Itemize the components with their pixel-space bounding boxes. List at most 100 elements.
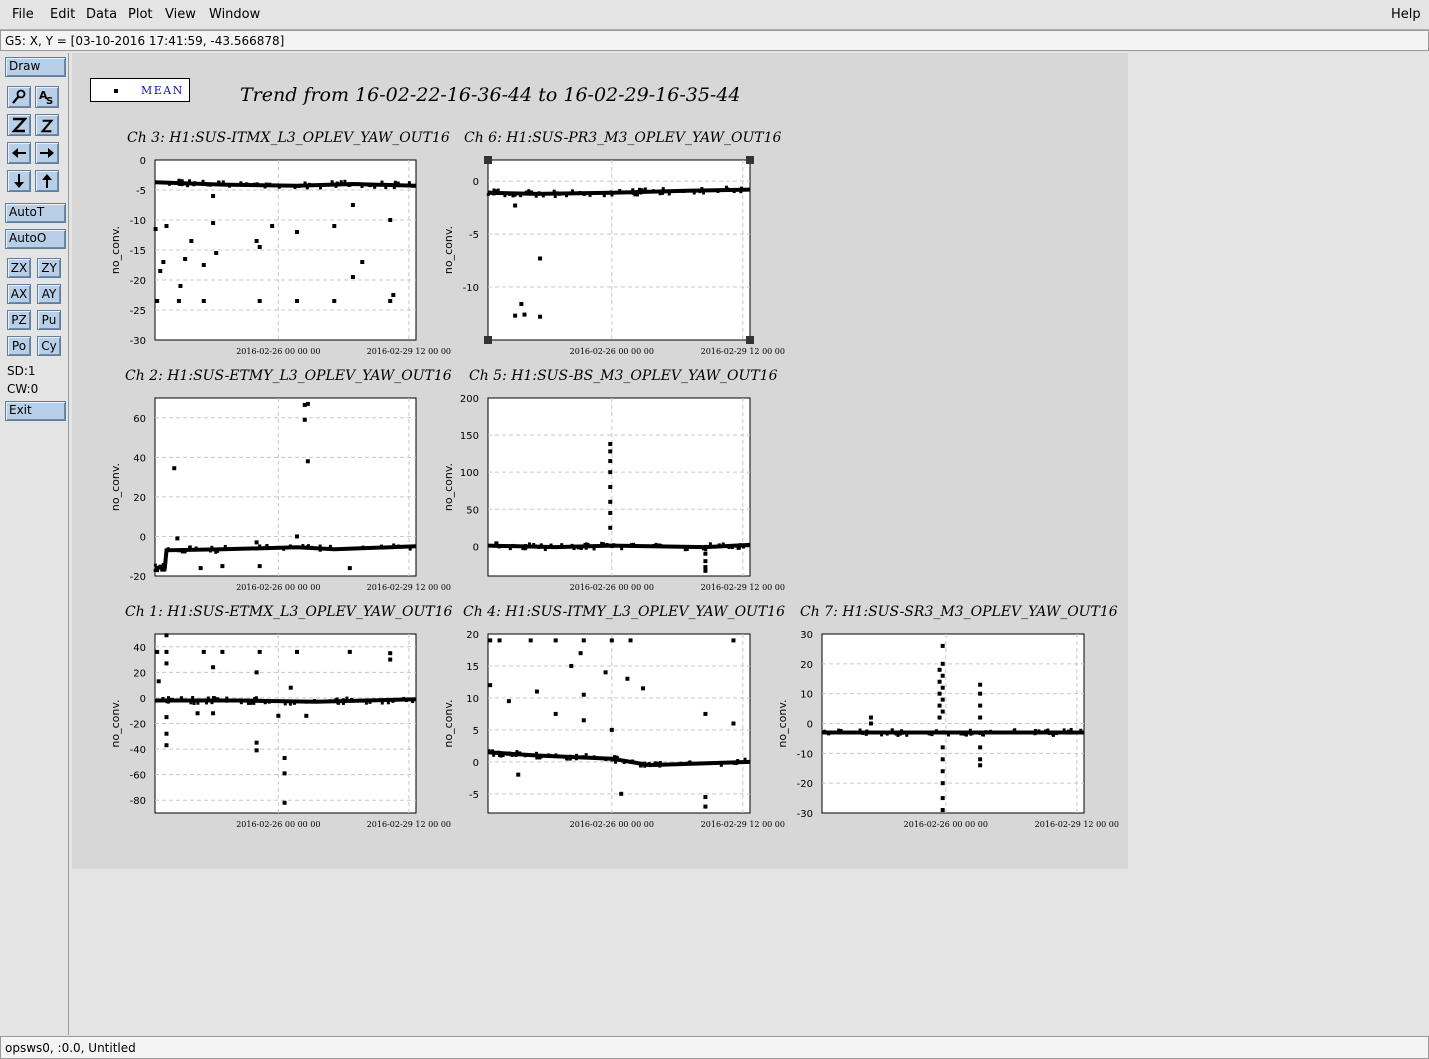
data-point bbox=[178, 284, 183, 288]
data-point bbox=[313, 699, 317, 703]
data-point bbox=[264, 182, 268, 186]
data-point bbox=[343, 179, 347, 183]
data-point bbox=[508, 547, 512, 551]
data-point bbox=[198, 566, 203, 571]
data-point bbox=[1033, 729, 1037, 733]
y-tick-label: 0 bbox=[473, 542, 479, 553]
data-point bbox=[497, 753, 501, 757]
data-point bbox=[630, 759, 634, 763]
data-point bbox=[384, 183, 388, 187]
data-point bbox=[411, 184, 415, 188]
data-point bbox=[658, 760, 662, 764]
data-point bbox=[206, 696, 210, 700]
data-point bbox=[163, 561, 167, 565]
data-point bbox=[703, 559, 708, 564]
x-tick-label: 2016-02-29 12 00 00 bbox=[1035, 820, 1119, 829]
data-point bbox=[220, 564, 225, 569]
data-point bbox=[514, 754, 518, 758]
y-tick-label: 0 bbox=[807, 720, 813, 731]
data-point bbox=[921, 731, 925, 735]
data-point bbox=[335, 181, 339, 185]
data-point bbox=[318, 548, 322, 552]
data-point bbox=[643, 187, 647, 191]
data-point bbox=[192, 701, 196, 705]
data-point bbox=[217, 180, 221, 184]
data-point bbox=[700, 187, 704, 191]
data-point bbox=[270, 224, 275, 228]
data-point bbox=[610, 758, 614, 762]
y-tick-label: -80 bbox=[130, 796, 146, 807]
data-point bbox=[208, 183, 212, 187]
data-point bbox=[364, 701, 368, 705]
data-point bbox=[155, 566, 159, 570]
data-point bbox=[183, 257, 188, 261]
data-point bbox=[488, 683, 493, 688]
data-point bbox=[267, 700, 271, 704]
data-point bbox=[288, 702, 292, 706]
data-point bbox=[654, 761, 658, 765]
data-point bbox=[608, 499, 613, 504]
data-point bbox=[568, 754, 572, 758]
data-point bbox=[186, 184, 190, 188]
data-point bbox=[641, 686, 646, 691]
data-point bbox=[532, 542, 536, 546]
data-point bbox=[702, 191, 706, 195]
data-point bbox=[306, 544, 310, 548]
data-point bbox=[628, 638, 633, 643]
data-point bbox=[537, 545, 541, 549]
data-point bbox=[632, 542, 636, 546]
chart-title: Ch 5: H1:SUS-BS_M3_OPLEV_YAW_OUT16 bbox=[469, 368, 778, 384]
data-point bbox=[513, 193, 517, 197]
data-point bbox=[254, 670, 259, 675]
data-point bbox=[497, 638, 502, 643]
data-point bbox=[553, 194, 557, 198]
data-point bbox=[1044, 729, 1048, 733]
data-point bbox=[654, 542, 658, 546]
data-point bbox=[156, 679, 161, 684]
data-point bbox=[610, 193, 614, 197]
data-point bbox=[537, 191, 541, 195]
data-point bbox=[257, 564, 262, 569]
data-point bbox=[255, 182, 259, 186]
data-point bbox=[624, 190, 628, 194]
data-point bbox=[1013, 728, 1017, 732]
data-point bbox=[739, 190, 743, 194]
y-tick-label: -40 bbox=[130, 745, 146, 756]
data-point bbox=[637, 187, 641, 191]
data-point bbox=[940, 661, 945, 666]
data-point bbox=[978, 757, 983, 762]
data-point bbox=[730, 546, 734, 550]
data-point bbox=[978, 763, 983, 768]
data-point bbox=[312, 183, 316, 187]
chart-4: 200 150 100 50 0 2016-02-26 00 00 00 2016-02-2… bbox=[442, 368, 785, 592]
data-point bbox=[619, 791, 624, 796]
data-point bbox=[347, 183, 351, 187]
data-point bbox=[565, 757, 569, 761]
x-tick-label: 2016-02-29 12 00 00 bbox=[701, 583, 785, 592]
data-point bbox=[704, 544, 708, 548]
data-point bbox=[538, 314, 543, 319]
data-point bbox=[506, 752, 510, 756]
data-point bbox=[305, 401, 310, 406]
data-point bbox=[313, 546, 317, 550]
data-point bbox=[578, 190, 582, 194]
data-point bbox=[602, 194, 606, 198]
data-point bbox=[940, 697, 945, 702]
data-point bbox=[740, 186, 744, 190]
data-point bbox=[685, 547, 689, 551]
data-point bbox=[176, 299, 181, 303]
data-point bbox=[605, 543, 609, 547]
data-point bbox=[639, 764, 643, 768]
y-tick-label: 60 bbox=[133, 414, 146, 425]
data-point bbox=[282, 771, 287, 776]
data-point bbox=[1037, 729, 1041, 733]
data-point bbox=[268, 182, 272, 186]
data-point bbox=[731, 638, 736, 643]
chart-title: Ch 7: H1:SUS-SR3_M3_OPLEV_YAW_OUT16 bbox=[800, 604, 1118, 620]
data-point bbox=[223, 544, 227, 548]
data-point bbox=[191, 696, 195, 700]
data-point bbox=[356, 182, 360, 186]
data-point bbox=[940, 673, 945, 678]
data-point bbox=[885, 732, 889, 736]
data-point bbox=[890, 729, 894, 733]
